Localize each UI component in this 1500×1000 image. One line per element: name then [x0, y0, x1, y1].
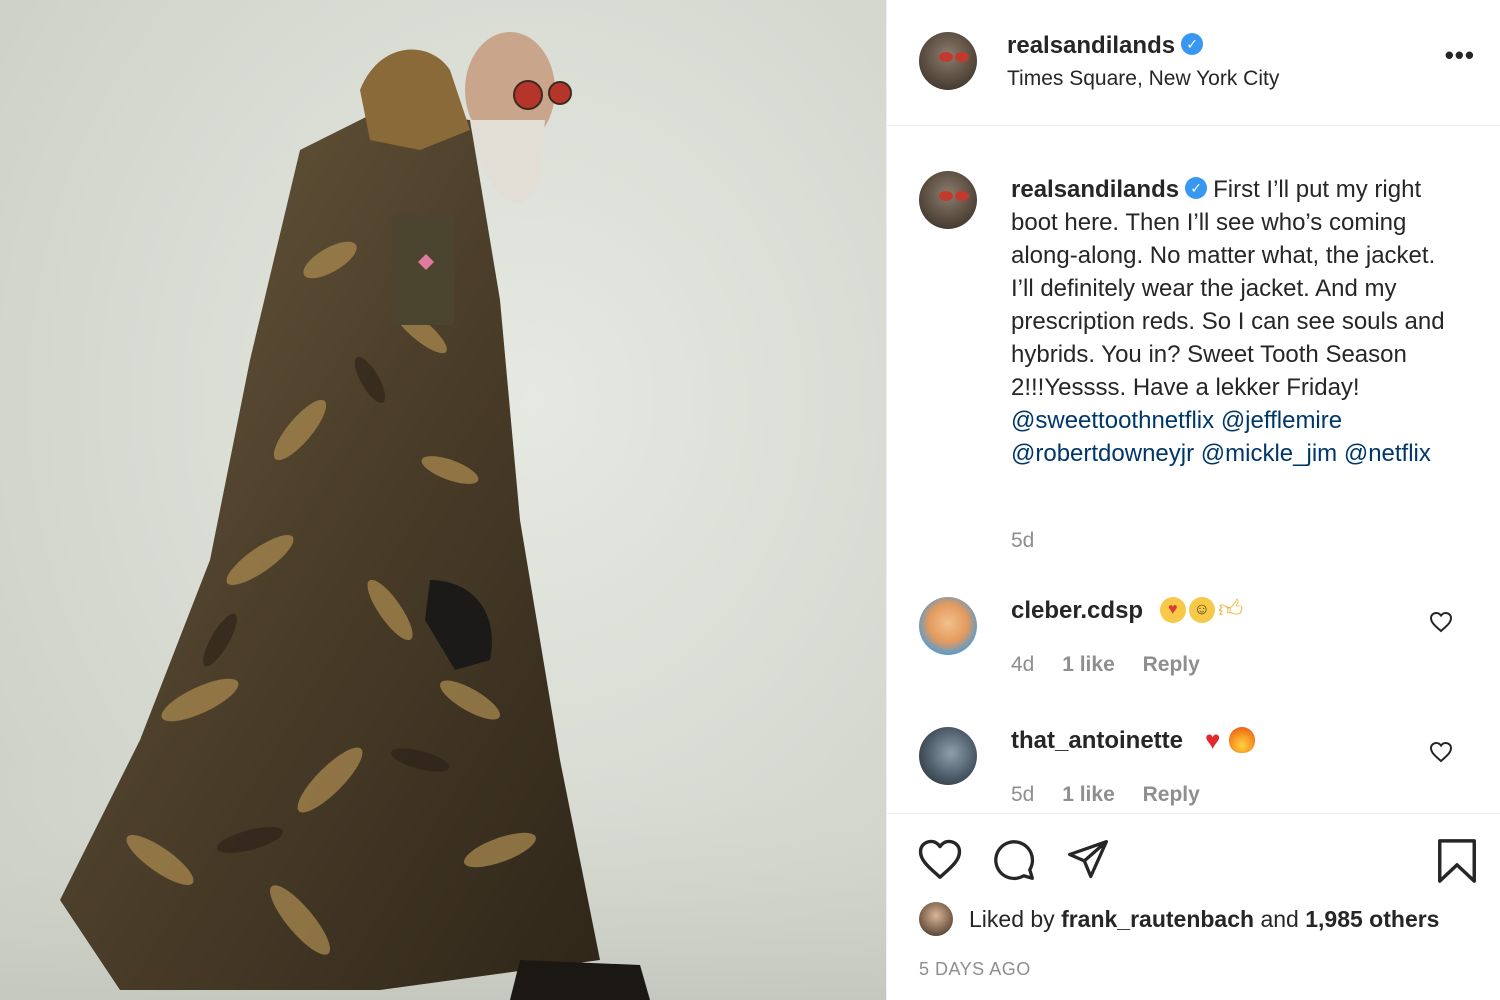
comment-line: that_antoinette ♥	[1011, 724, 1258, 755]
caption-username[interactable]: realsandilands	[1011, 176, 1179, 203]
post-header: realsandilands ✓ Times Square, New York C…	[887, 0, 1500, 126]
post-photo[interactable]	[0, 0, 886, 1000]
comment-meta: 4d 1 like Reply	[1011, 653, 1222, 677]
comment-meta: 5d 1 like Reply	[1011, 783, 1222, 807]
caption-body: First I’ll put my right boot here. Then …	[1011, 176, 1445, 401]
comment-likes[interactable]: 1 like	[1062, 653, 1115, 676]
verified-badge-icon: ✓	[1181, 32, 1204, 55]
caption-author-avatar[interactable]	[919, 171, 977, 229]
bookmark-icon[interactable]	[1435, 838, 1479, 884]
mention-link[interactable]: @netflix	[1344, 440, 1431, 467]
post-date[interactable]: 5 DAYS AGO	[919, 959, 1031, 980]
grin-emoji: ☺	[1188, 596, 1215, 623]
comment-icon[interactable]	[991, 838, 1037, 882]
liked-by-label: Liked by	[969, 905, 1055, 932]
liked-by-and: and	[1260, 905, 1299, 932]
more-options-icon[interactable]: •••	[1445, 40, 1475, 71]
like-comment-heart-icon[interactable]	[1429, 741, 1453, 763]
photo-illustration	[0, 32, 886, 1000]
comment-likes[interactable]: 1 like	[1062, 783, 1115, 806]
red-heart-emoji: ♥	[1204, 724, 1221, 755]
post-actions: Liked by frank_rautenbach and 1,985 othe…	[887, 813, 1500, 1000]
mention-link[interactable]: @mickle_jim	[1201, 440, 1337, 467]
like-comment-heart-icon[interactable]	[1429, 611, 1453, 633]
comment-time[interactable]: 5d	[1011, 783, 1034, 806]
heart-icon[interactable]	[917, 838, 963, 880]
heart-eyes-emoji: ♥	[1159, 596, 1186, 623]
comment-item: that_antoinette ♥ 5d 1 like Reply	[887, 724, 1500, 812]
liked-by-user[interactable]: frank_rautenbach	[1061, 906, 1254, 933]
caption-time[interactable]: 5d	[1011, 529, 1034, 553]
comments-list[interactable]: realsandilands ✓ First I’ll put my right b…	[887, 127, 1500, 812]
author-username[interactable]: realsandilands ✓	[1007, 32, 1204, 60]
mention-link[interactable]: @sweettoothnetflix	[1011, 407, 1214, 434]
commenter-avatar[interactable]	[919, 597, 977, 655]
comment-item: cleber.cdsp ♥ ☺ 👍︎ 4d 1 like Reply	[887, 595, 1500, 717]
post-location[interactable]: Times Square, New York City	[1007, 67, 1279, 91]
author-username-text[interactable]: realsandilands	[1007, 32, 1175, 59]
comment-time[interactable]: 4d	[1011, 653, 1034, 676]
likes-summary: Liked by frank_rautenbach and 1,985 othe…	[919, 902, 1439, 936]
commenter-avatar[interactable]	[919, 727, 977, 785]
caption-text: realsandilands ✓ First I’ll put my right b…	[1011, 173, 1461, 470]
comment-line: cleber.cdsp ♥ ☺ 👍︎	[1011, 595, 1247, 625]
commenter-username[interactable]: cleber.cdsp	[1011, 597, 1143, 624]
post-side-panel: realsandilands ✓ Times Square, New York C…	[886, 0, 1500, 1000]
mention-link[interactable]: @robertdowneyjr	[1011, 440, 1194, 467]
reply-button[interactable]: Reply	[1143, 653, 1200, 676]
mention-link[interactable]: @jefflemire	[1221, 407, 1342, 434]
author-avatar[interactable]	[919, 32, 977, 90]
liked-by-others[interactable]: 1,985 others	[1305, 906, 1439, 933]
verified-badge-icon: ✓	[1185, 176, 1208, 199]
commenter-username[interactable]: that_antoinette	[1011, 727, 1183, 754]
liker-avatar[interactable]	[919, 902, 953, 936]
fire-emoji	[1228, 726, 1255, 753]
reply-button[interactable]: Reply	[1143, 783, 1200, 806]
share-icon[interactable]	[1065, 838, 1111, 882]
thumbs-up-emoji: 👍︎	[1218, 595, 1244, 623]
